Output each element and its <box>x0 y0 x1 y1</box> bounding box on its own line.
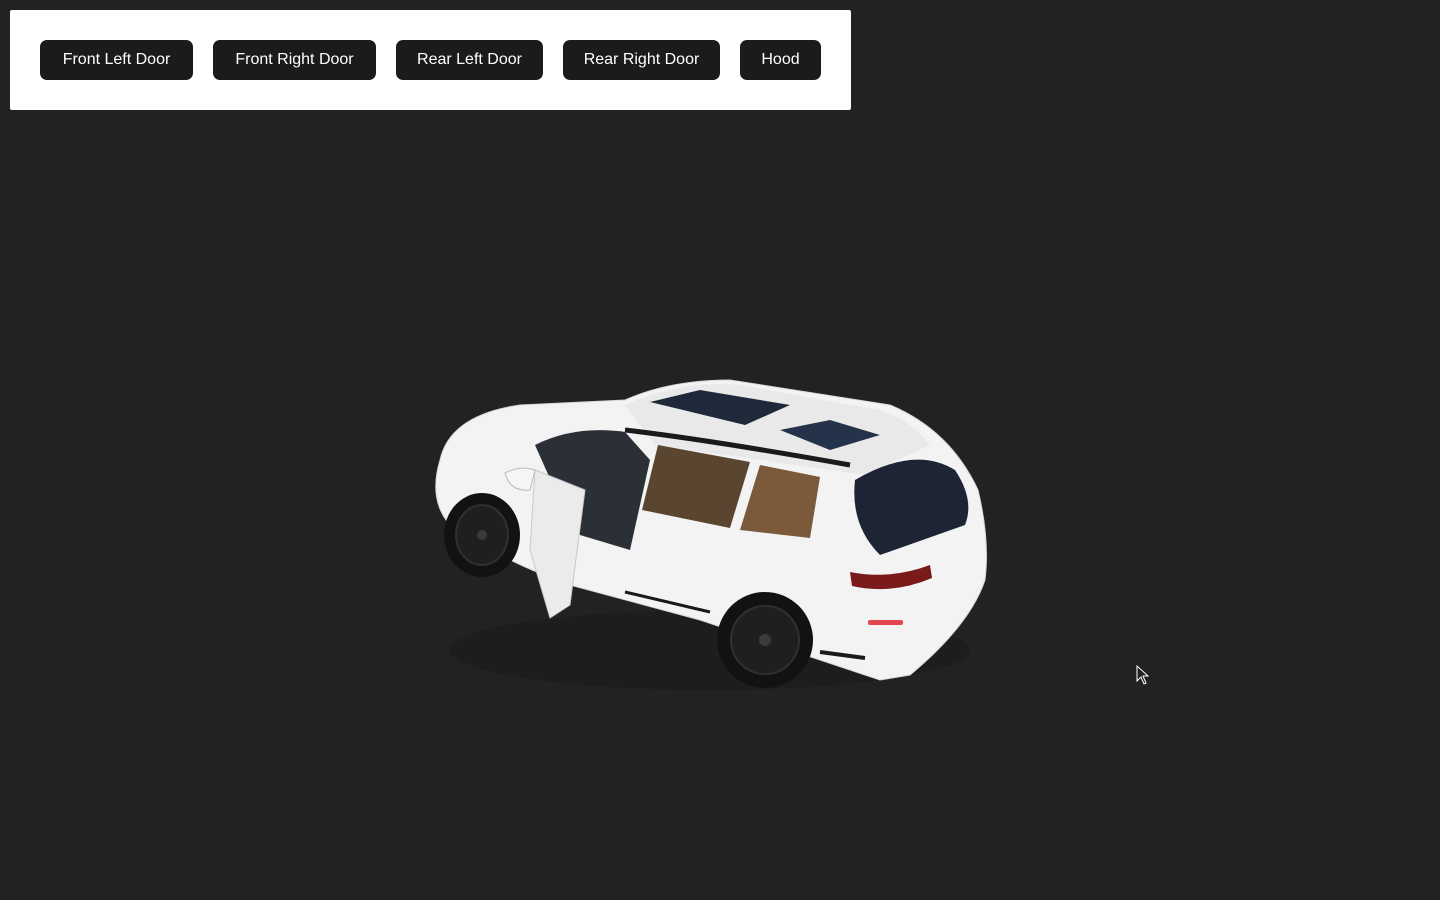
open-front-door <box>529 469 586 619</box>
rear-wheel <box>717 592 813 688</box>
control-panel: Front Left Door Front Right Door Rear Le… <box>10 10 851 110</box>
3d-viewport[interactable]: Front Left Door Front Right Door Rear Le… <box>0 0 1440 900</box>
mouse-pointer-icon <box>1136 665 1150 685</box>
hood-button[interactable]: Hood <box>740 40 821 80</box>
front-wheel <box>444 493 520 577</box>
front-right-door-button[interactable]: Front Right Door <box>213 40 376 80</box>
car-3d-model[interactable] <box>410 350 1010 710</box>
rear-right-door-button[interactable]: Rear Right Door <box>563 40 720 80</box>
front-left-door-button[interactable]: Front Left Door <box>40 40 193 80</box>
rear-left-door-button[interactable]: Rear Left Door <box>396 40 543 80</box>
rear-reflector <box>868 620 903 625</box>
